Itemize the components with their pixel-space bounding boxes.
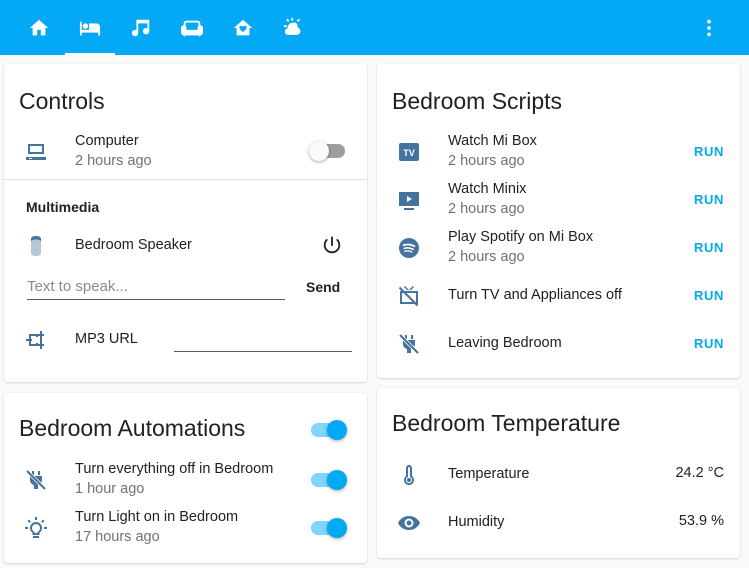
card-title: Bedroom Automations xyxy=(19,415,246,441)
spotify-icon xyxy=(397,236,421,260)
section-label: Multimedia xyxy=(26,199,100,215)
automation-toggle[interactable] xyxy=(311,470,347,490)
mp3-row: MP3 URL xyxy=(4,316,367,364)
row-name: Leaving Bedroom xyxy=(448,335,562,351)
computer-toggle[interactable] xyxy=(309,141,347,161)
script-row: Play Spotify on Mi Box 2 hours ago RUN xyxy=(377,224,740,272)
svg-text:TV: TV xyxy=(403,148,415,158)
speaker-icon xyxy=(24,234,48,258)
temperature-card: Bedroom Temperature Temperature 24.2 °C … xyxy=(377,388,740,558)
row-name: Humidity xyxy=(448,514,505,530)
run-button[interactable]: RUN xyxy=(688,190,730,209)
run-button[interactable]: RUN xyxy=(688,334,730,353)
eye-icon xyxy=(397,511,421,535)
script-row: Turn TV and Appliances off RUN xyxy=(377,272,740,320)
dots-vertical-icon xyxy=(707,19,711,36)
row-secondary: 2 hours ago xyxy=(448,249,525,265)
row-name: Temperature xyxy=(448,466,530,482)
tab-music[interactable] xyxy=(116,0,166,55)
power-button[interactable] xyxy=(321,234,345,258)
row-name: Watch Mi Box xyxy=(448,133,537,149)
mp3-url-input[interactable] xyxy=(174,326,352,352)
thermometer-icon xyxy=(397,463,421,487)
computer-row[interactable]: Computer 2 hours ago xyxy=(4,128,367,176)
row-secondary: 1 hour ago xyxy=(75,481,145,497)
power-icon xyxy=(323,236,341,254)
row-secondary: 2 hours ago xyxy=(75,153,152,169)
tv-off-icon xyxy=(397,284,421,308)
row-name: Turn everything off in Bedroom xyxy=(75,461,274,477)
script-row: TV Watch Mi Box 2 hours ago RUN xyxy=(377,128,740,176)
sensor-row[interactable]: Temperature 24.2 °C xyxy=(377,451,740,499)
audio-input-icon xyxy=(24,328,48,352)
automation-row: Turn everything off in Bedroom 1 hour ag… xyxy=(4,456,367,504)
automation-toggle[interactable] xyxy=(311,518,347,538)
run-button[interactable]: RUN xyxy=(688,286,730,305)
run-button[interactable]: RUN xyxy=(688,142,730,161)
send-button[interactable]: Send xyxy=(306,279,340,295)
tab-bedroom[interactable] xyxy=(65,0,115,55)
row-secondary: 2 hours ago xyxy=(448,201,525,217)
music-icon xyxy=(131,19,150,36)
run-button[interactable]: RUN xyxy=(688,238,730,257)
sofa-icon xyxy=(181,20,203,36)
automations-master-toggle[interactable] xyxy=(311,420,347,440)
row-name: Watch Minix xyxy=(448,181,527,197)
tv-box-icon: TV xyxy=(397,140,421,164)
tab-home[interactable] xyxy=(14,0,64,55)
top-app-bar xyxy=(0,0,749,55)
row-name: Bedroom Speaker xyxy=(75,237,192,253)
sensor-row[interactable]: Humidity 53.9 % xyxy=(377,499,740,547)
script-row: Leaving Bedroom RUN xyxy=(377,320,740,368)
lightbulb-on-icon xyxy=(24,516,48,540)
power-plug-off-icon xyxy=(397,332,421,356)
card-title: Bedroom Scripts xyxy=(392,88,563,114)
tab-weather[interactable] xyxy=(269,0,319,55)
row-name: Play Spotify on Mi Box xyxy=(448,229,594,245)
bed-icon xyxy=(79,21,101,35)
row-secondary: 17 hours ago xyxy=(75,529,160,545)
sensor-value: 24.2 °C xyxy=(675,465,724,481)
row-name: MP3 URL xyxy=(75,331,138,347)
controls-card: Controls Computer 2 hours ago Multimedia… xyxy=(4,64,367,382)
automation-row: Turn Light on in Bedroom 17 hours ago xyxy=(4,504,367,552)
automations-card: Bedroom Automations Turn everything off … xyxy=(4,393,367,563)
computer-icon xyxy=(24,140,48,164)
overflow-menu-button[interactable] xyxy=(689,0,729,55)
weather-partly-cloudy-icon xyxy=(283,17,301,35)
card-title: Controls xyxy=(19,88,105,114)
text-to-speak-input[interactable] xyxy=(27,276,285,300)
tab-home-heart[interactable] xyxy=(218,0,268,55)
sensor-value: 53.9 % xyxy=(678,513,724,529)
tab-living-room[interactable] xyxy=(167,0,217,55)
row-name: Turn Light on in Bedroom xyxy=(75,509,239,525)
divider xyxy=(4,179,367,180)
home-icon xyxy=(29,19,49,35)
youtube-tv-icon xyxy=(397,188,421,212)
speaker-row[interactable]: Bedroom Speaker xyxy=(4,222,367,270)
scripts-card: Bedroom Scripts TV Watch Mi Box 2 hours … xyxy=(377,64,740,378)
row-secondary: 2 hours ago xyxy=(448,153,525,169)
power-plug-off-icon xyxy=(24,468,48,492)
row-name: Turn TV and Appliances off xyxy=(448,287,622,303)
script-row: Watch Minix 2 hours ago RUN xyxy=(377,176,740,224)
card-title: Bedroom Temperature xyxy=(392,410,621,436)
row-name: Computer xyxy=(75,133,139,149)
home-heart-icon xyxy=(233,19,253,35)
